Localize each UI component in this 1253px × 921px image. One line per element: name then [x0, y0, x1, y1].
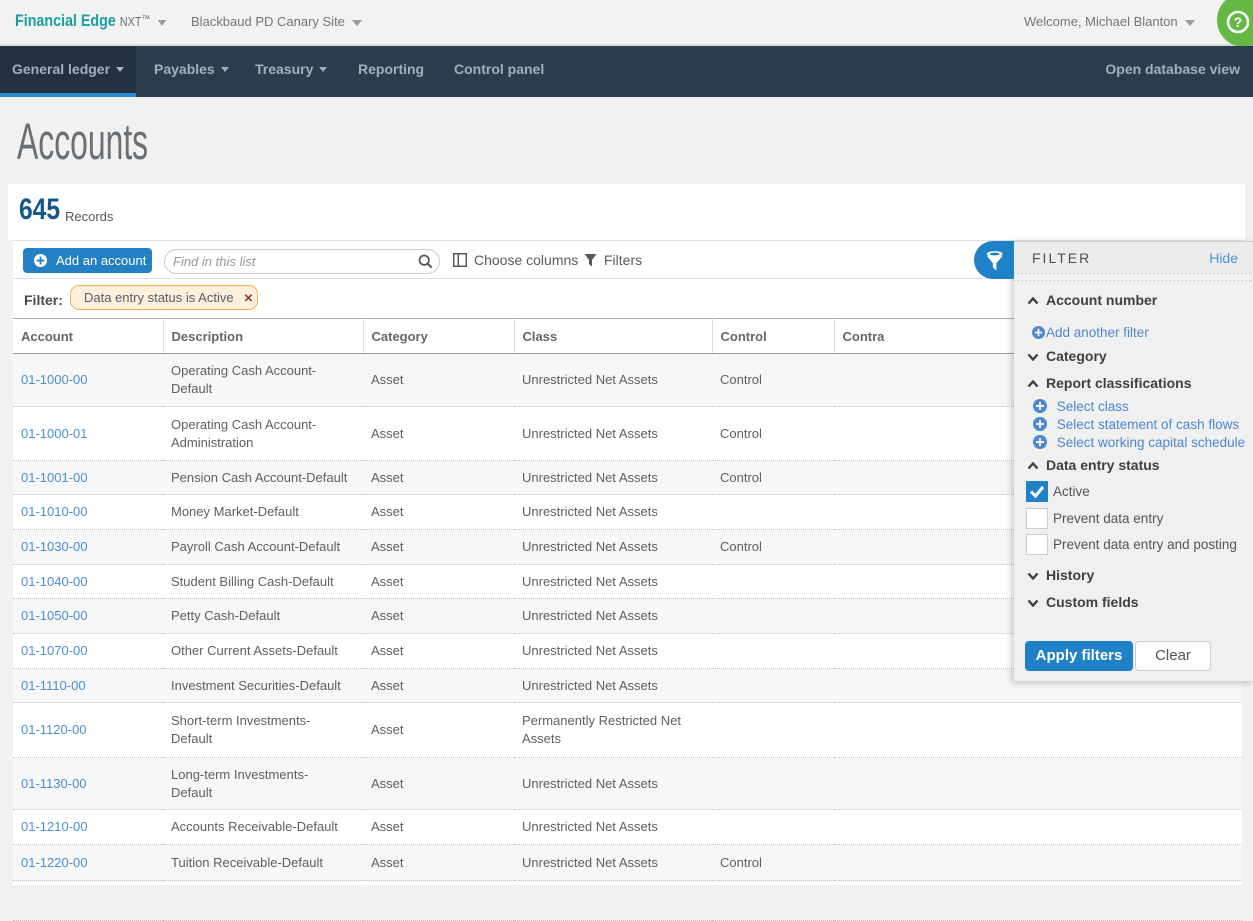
svg-text:?: ?	[1234, 14, 1243, 30]
